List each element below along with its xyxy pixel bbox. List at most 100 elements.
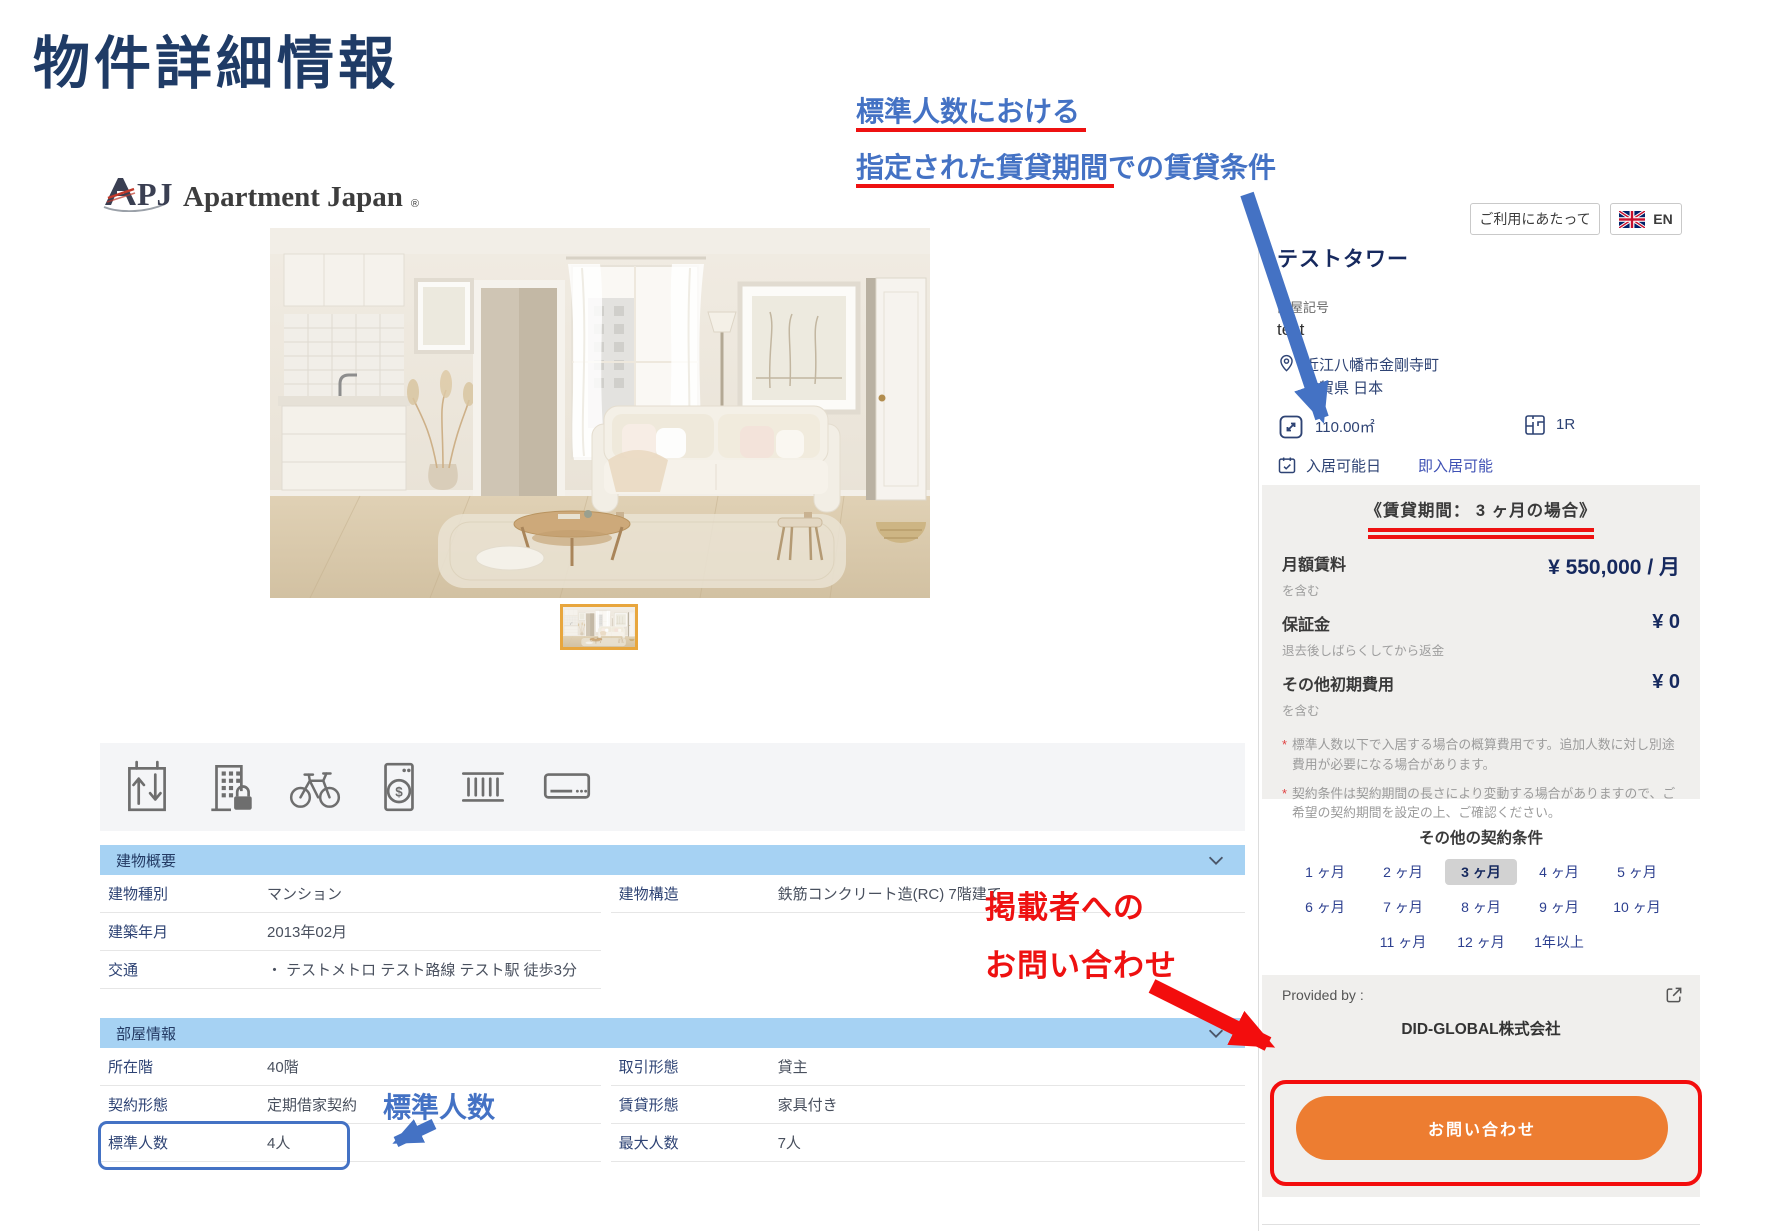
note-asterisk: * <box>1282 735 1287 775</box>
contact-button[interactable]: お問い合わせ <box>1296 1096 1668 1160</box>
row-label: 最大人数 <box>611 1132 778 1153</box>
brand-name: Apartment Japan <box>183 183 403 212</box>
language-label: EN <box>1653 211 1672 227</box>
note-text: 標準人数以下で入居する場合の概算費用です。追加人数に対し別途費用が必要になる場合… <box>1292 735 1680 775</box>
svg-text:$: $ <box>395 784 403 799</box>
price-row-rent: 月額賃料 を含む ¥ 550,000 / 月 <box>1282 551 1680 599</box>
brand-logo[interactable]: PJ Apartment Japan ® <box>103 174 419 212</box>
row-value: 7人 <box>778 1132 801 1153</box>
row-value: 40階 <box>267 1056 299 1077</box>
bicycle-parking-icon <box>286 758 344 816</box>
address-line2: 滋賀県 日本 <box>1304 377 1439 400</box>
property-summary: テストタワー 部屋記号 test 近江八幡市金剛寺町 滋賀県 日本 110.00… <box>1277 243 1697 476</box>
floorplan-icon <box>1523 413 1547 437</box>
term-option-2months[interactable]: 2 ヶ月 <box>1375 859 1431 885</box>
floor-area-value: 110.00㎡ <box>1315 416 1375 437</box>
air-conditioner-icon <box>538 758 596 816</box>
annotation-underline-1 <box>856 128 1086 132</box>
row-value: 2013年02月 <box>267 921 347 942</box>
main-photo <box>270 228 930 598</box>
term-option-8months[interactable]: 8 ヶ月 <box>1453 894 1509 920</box>
floor-area-icon <box>1277 413 1305 441</box>
row-value: 鉄筋コンクリート造(RC) 7階建て <box>778 883 1002 904</box>
price-label: 保証金 <box>1282 611 1444 635</box>
address-line1: 近江八幡市金剛寺町 <box>1304 354 1439 377</box>
price-value: ¥ 0 <box>1652 611 1680 659</box>
annotation-underline-2 <box>856 184 1114 188</box>
row-label: 交通 <box>100 959 267 980</box>
row-value: 定期借家契約 <box>267 1094 357 1115</box>
coin-laundry-icon: $ <box>370 758 428 816</box>
standard-occupancy-highlight-box <box>98 1121 350 1170</box>
term-option-6months[interactable]: 6 ヶ月 <box>1297 894 1353 920</box>
term-option-3months-selected[interactable]: 3 ヶ月 <box>1445 859 1517 885</box>
move-in-label: 入居可能日 <box>1306 455 1381 476</box>
rental-period-title: 《賃貸期間： 3 ヶ月の場合》 <box>1282 497 1680 521</box>
brand-mark-icon: PJ <box>103 174 175 212</box>
row-value: ・ テストメトロ テスト路線 テスト駅 徒歩3分 <box>267 959 577 980</box>
room-info-header[interactable]: 部屋情報 <box>100 1018 1245 1048</box>
row-value: 家具付き <box>778 1094 838 1115</box>
annotation-top-line1: 標準人数における <box>856 90 1080 130</box>
annotation-top-line2: 指定された賃貸期間での賃貸条件 <box>856 146 1276 186</box>
term-option-1month[interactable]: 1 ヶ月 <box>1297 859 1353 885</box>
price-row-deposit: 保証金 退去後しばらくしてから返金 ¥ 0 <box>1282 611 1680 659</box>
page-title: 物件詳細情報 <box>33 18 399 100</box>
photo-thumbnail-selected[interactable] <box>560 604 638 650</box>
row-label: 契約形態 <box>100 1094 267 1115</box>
location-pin-icon <box>1277 354 1296 373</box>
term-options: 1 ヶ月 2 ヶ月 3 ヶ月 4 ヶ月 5 ヶ月 6 ヶ月 7 ヶ月 8 ヶ月 … <box>1262 859 1700 955</box>
layout-value: 1R <box>1556 416 1575 433</box>
svg-text:PJ: PJ <box>137 176 173 212</box>
row-label: 取引形態 <box>611 1056 778 1077</box>
provided-by-label: Provided by : <box>1282 987 1364 1003</box>
property-name: テストタワー <box>1277 243 1697 273</box>
contract-terms-section: その他の契約条件 1 ヶ月 2 ヶ月 3 ヶ月 4 ヶ月 5 ヶ月 6 ヶ月 7… <box>1262 826 1700 955</box>
price-sublabel: を含む <box>1282 580 1346 599</box>
table-row: 所在階40階 取引形態貸主 <box>100 1048 1245 1086</box>
external-link-icon[interactable] <box>1664 985 1684 1005</box>
table-row: 契約形態定期借家契約 賃貸形態家具付き <box>100 1086 1245 1124</box>
price-label: その他初期費用 <box>1282 671 1394 695</box>
price-row-initial-cost: その他初期費用 を含む ¥ 0 <box>1282 671 1680 719</box>
row-label: 建築年月 <box>100 921 267 942</box>
price-value: ¥ 550,000 / 月 <box>1548 551 1680 599</box>
term-option-12months[interactable]: 12 ヶ月 <box>1453 929 1509 955</box>
row-label: 建物種別 <box>100 883 267 904</box>
annotation-publisher-line2: お問い合わせ <box>985 940 1177 985</box>
term-option-over1year[interactable]: 1年以上 <box>1531 929 1587 955</box>
building-overview-title: 建物概要 <box>116 850 176 871</box>
price-sublabel: 退去後しばらくしてから返金 <box>1282 640 1444 659</box>
price-value: ¥ 0 <box>1652 671 1680 719</box>
chevron-down-icon[interactable] <box>1205 1022 1227 1044</box>
building-overview-header[interactable]: 建物概要 <box>100 845 1245 875</box>
calendar-check-icon <box>1277 455 1297 475</box>
annotation-standard-occupancy: 標準人数 <box>383 1086 495 1126</box>
term-option-11months[interactable]: 11 ヶ月 <box>1375 929 1431 955</box>
term-option-4months[interactable]: 4 ヶ月 <box>1531 859 1587 885</box>
usage-guide-button[interactable]: ご利用にあたって <box>1470 203 1600 235</box>
term-option-9months[interactable]: 9 ヶ月 <box>1531 894 1587 920</box>
property-meta: 110.00㎡ 1R <box>1277 413 1697 445</box>
auto-lock-icon <box>202 758 260 816</box>
provider-name: DID-GLOBAL株式会社 <box>1262 1017 1700 1039</box>
pricing-notes: *標準人数以下で入居する場合の概算費用です。追加人数に対し別途費用が必要になる場… <box>1282 735 1680 823</box>
price-sublabel: を含む <box>1282 700 1394 719</box>
amenities-bar: $ <box>100 743 1245 831</box>
term-option-7months[interactable]: 7 ヶ月 <box>1375 894 1431 920</box>
row-label: 建物構造 <box>611 883 778 904</box>
row-value: マンション <box>267 883 342 904</box>
term-option-10months[interactable]: 10 ヶ月 <box>1609 894 1665 920</box>
term-option-5months[interactable]: 5 ヶ月 <box>1609 859 1665 885</box>
page: 物件詳細情報 標準人数における 指定された賃貸期間での賃貸条件 PJ Apart… <box>0 0 1767 1231</box>
elevator-icon <box>118 758 176 816</box>
note-asterisk: * <box>1282 784 1287 824</box>
language-button[interactable]: EN <box>1610 203 1682 235</box>
living-room-photo <box>270 228 930 598</box>
property-address: 近江八幡市金剛寺町 滋賀県 日本 <box>1277 354 1697 401</box>
chevron-down-icon[interactable] <box>1205 849 1227 871</box>
move-in-value: 即入居可能 <box>1418 455 1493 476</box>
row-label: 所在階 <box>100 1056 267 1077</box>
contract-terms-title: その他の契約条件 <box>1262 826 1700 848</box>
move-in-row: 入居可能日 即入居可能 <box>1277 455 1697 476</box>
